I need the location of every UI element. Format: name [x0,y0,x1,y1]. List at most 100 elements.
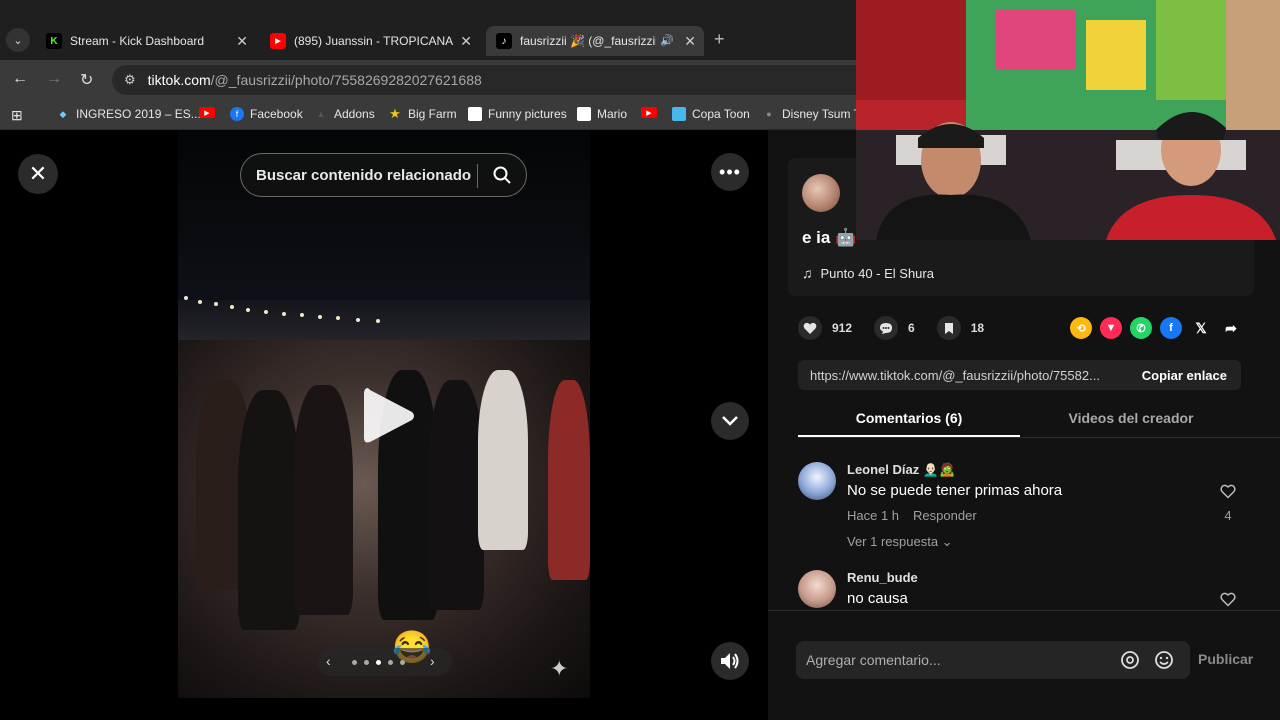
bookmark-mario[interactable]: Mario [577,107,627,121]
apps-grid-icon[interactable]: ⊞ [11,107,23,124]
chevron-down-icon [722,416,738,426]
share-arrow-icon[interactable]: ➦ [1220,317,1242,339]
comment-time: Hace 1 h [847,508,900,523]
tab-close-icon[interactable]: ✕ [236,33,248,50]
comment-like-count: 4 [1224,508,1232,523]
avatar[interactable] [802,174,840,212]
bookmark-ingreso[interactable]: ◆ INGRESO 2019 – ES... [56,107,201,121]
photo-viewer: ✕ Buscar contenido relacionado ••• 😂 ‹ ›… [0,130,768,720]
copy-link-button[interactable]: Copiar enlace [1128,368,1241,383]
close-button[interactable]: ✕ [18,154,58,194]
tab-close-icon[interactable]: ✕ [684,33,696,50]
addons-icon: ▲ [316,109,326,119]
site-settings-icon[interactable]: ⚙ [124,72,136,88]
comment-item: Leonel Díaz 👨🏻‍🦲🧟 No se puede tener prim… [798,462,1248,562]
site-icon: ● [766,109,772,119]
forward-icon[interactable]: → [46,70,62,88]
tab-youtube[interactable]: ▶ (895) Juanssin - TROPICANA (sí ✕ [260,26,480,56]
comment-item: Renu_bude no causa [798,570,1248,610]
repost-icon[interactable]: ⟲ [1070,317,1092,339]
publish-button[interactable]: Publicar [1198,651,1253,667]
avatar[interactable] [798,570,836,608]
next-post-button[interactable] [711,402,749,440]
tab-kick[interactable]: K Stream - Kick Dashboard ✕ [36,26,256,56]
tab-tiktok[interactable]: ♪ fausrizzii 🎉 (@_fausrizzii) | 🔊 ✕ [486,26,704,56]
comment-composer: Agregar comentario... Publicar [768,610,1280,720]
bookmark-icon [936,316,961,340]
comment-author[interactable]: Renu_bude [847,570,918,585]
site-icon: ◆ [59,108,67,119]
mention-icon[interactable] [1120,650,1140,670]
facebook-icon[interactable]: f [1160,317,1182,339]
music-note-icon: ♫ [802,265,813,281]
youtube-icon: ▶ [641,107,657,118]
bookmark-addons[interactable]: ▲ Addons [314,107,375,121]
youtube-icon: ▶ [270,33,286,49]
star-icon: ★ [389,106,401,121]
bookmark-facebook[interactable]: f Facebook [230,107,303,121]
url-input[interactable]: ⚙ tiktok.com/@_fausrizzii/photo/75582692… [112,65,856,95]
active-tab-indicator [798,435,1020,437]
browser-tab-strip: ⌄ K Stream - Kick Dashboard ✕ ▶ (895) Ju… [0,0,856,60]
bookmark-youtube-2[interactable]: ▶ [641,107,663,118]
comment-icon [874,316,899,340]
comment-text: No se puede tener primas ahora [847,482,1063,499]
youtube-icon: ▶ [199,107,215,118]
emoji-icon[interactable] [1154,650,1174,670]
carousel-indicator: ‹ › [318,648,452,676]
tab-close-icon[interactable]: ✕ [460,33,472,50]
comments-button[interactable]: 6 [874,316,915,340]
bookmark-youtube[interactable]: ▶ [199,107,221,118]
post-actions: 912 6 18 [798,316,1006,340]
kick-icon: K [46,33,62,49]
whatsapp-icon[interactable]: ✆ [1130,317,1152,339]
webcam-overlay [856,0,1280,240]
close-icon: ✕ [28,161,48,186]
tab-creator-videos[interactable]: Videos del creador [1020,410,1242,426]
send-icon[interactable]: ▼ [1100,317,1122,339]
post-caption: e ia 🤖 [802,228,857,247]
page-icon [468,107,482,121]
page-icon [577,107,591,121]
back-icon[interactable]: ← [12,70,28,88]
view-replies-button[interactable]: Ver 1 respuesta ⌄ [847,534,953,550]
screen: ⌄ K Stream - Kick Dashboard ✕ ▶ (895) Ju… [0,0,1280,720]
reload-icon[interactable]: ↻ [80,70,93,90]
new-tab-button[interactable]: + [714,29,725,50]
search-icon[interactable] [492,165,512,185]
bookmark-copa-toon[interactable]: Copa Toon [672,107,750,121]
share-buttons: ⟲ ▼ ✆ f 𝕏 ➦ [1070,317,1250,339]
bookmark-disney[interactable]: ● Disney Tsum Ts [762,107,865,121]
reply-button[interactable]: Responder [913,508,977,523]
chevron-left-icon[interactable]: ‹ [326,653,331,669]
chevron-right-icon[interactable]: › [430,653,435,669]
heart-icon [798,316,822,340]
sparkle-icon: ✦ [550,656,569,681]
speaker-icon[interactable]: 🔊 [660,34,674,47]
comment-input[interactable]: Agregar comentario... [796,641,1190,679]
music-link[interactable]: ♫ Punto 40 - El Shura [802,265,934,281]
comments-tabs: Comentarios (6) Videos del creador [798,400,1280,438]
related-search-box[interactable]: Buscar contenido relacionado [240,153,527,197]
bookmarks-bar: ⊞ ◆ INGRESO 2019 – ES... ▶ f Facebook ▲ Add… [0,100,866,130]
like-button[interactable]: 912 [798,316,852,340]
play-icon[interactable] [362,384,416,448]
more-options-button[interactable]: ••• [711,153,749,191]
save-button[interactable]: 18 [936,316,984,340]
x-icon[interactable]: 𝕏 [1190,317,1212,339]
tab-search-button[interactable]: ⌄ [6,28,30,52]
comment-text: no causa [847,590,908,607]
bookmark-funny-pictures[interactable]: Funny pictures [468,107,567,121]
speaker-icon [721,653,739,669]
avatar[interactable] [798,462,836,500]
bookmark-bigfarm[interactable]: ★ Big Farm [388,106,457,121]
ellipsis-icon: ••• [719,161,741,182]
party-lights [184,296,380,323]
facebook-icon: f [230,107,244,121]
comment-author[interactable]: Leonel Díaz 👨🏻‍🦲🧟 [847,462,955,478]
heart-icon[interactable] [1220,484,1236,499]
copy-link-row: https://www.tiktok.com/@_fausrizzii/phot… [798,360,1241,390]
heart-icon[interactable] [1220,592,1236,607]
tab-comments[interactable]: Comentarios (6) [798,410,1020,426]
volume-button[interactable] [711,642,749,680]
